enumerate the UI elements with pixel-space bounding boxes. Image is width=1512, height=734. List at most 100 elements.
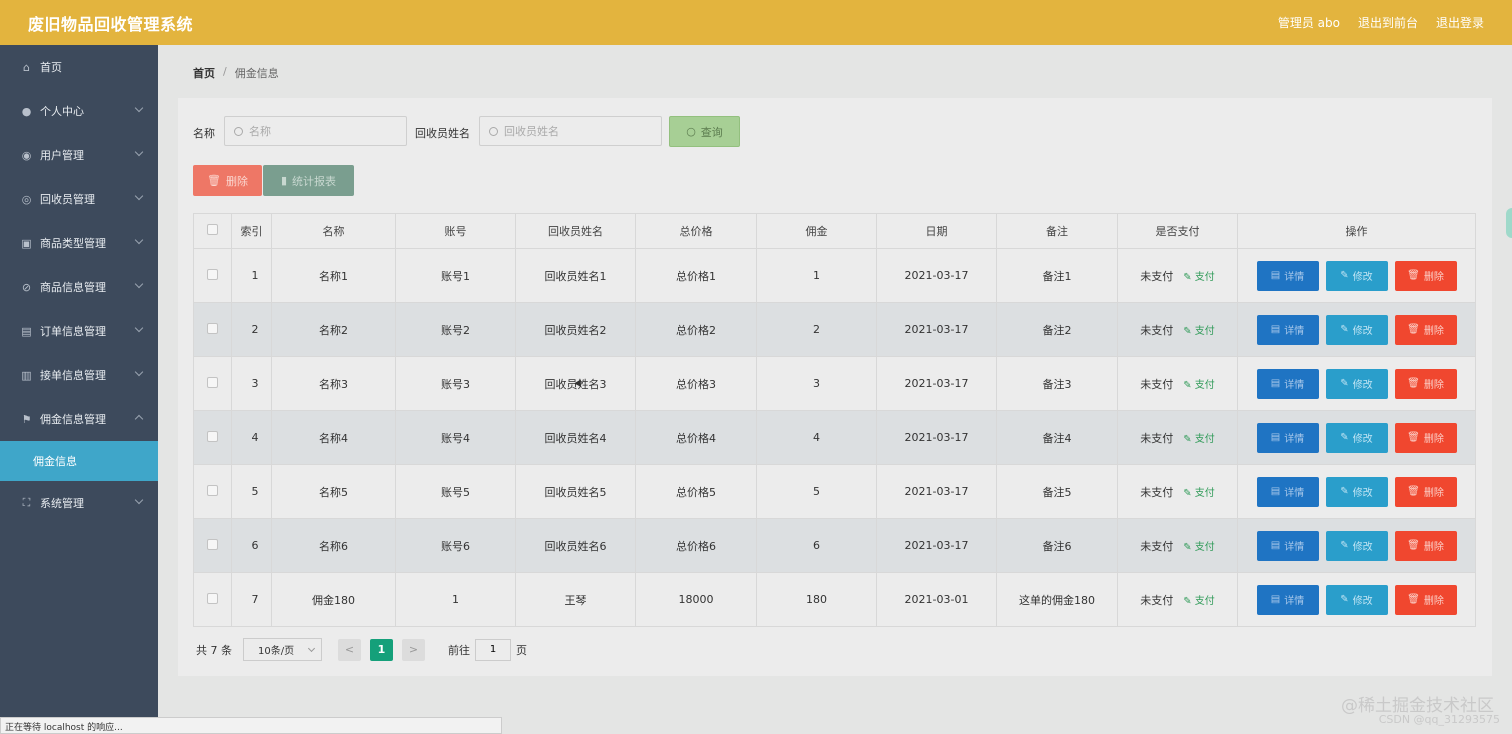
pay-link[interactable]: ✎ 支付 [1183,538,1215,553]
row-checkbox[interactable] [207,592,218,604]
column-header: 是否支付 [1117,213,1238,249]
cell-total-price: 总价格4 [635,410,757,465]
cell-date: 2021-03-17 [876,248,997,303]
scroll-handle[interactable] [1506,208,1512,238]
pay-link[interactable]: ✎ 支付 [1183,430,1215,445]
goto-page-input[interactable] [475,638,511,661]
edit-button[interactable]: ✎ 修改 [1325,584,1388,615]
row-select-cell[interactable] [193,356,232,411]
row-checkbox[interactable] [207,430,218,442]
delete-button[interactable]: 🗑 删除 [1394,314,1457,345]
page-size-value: 10条/页 [258,646,295,657]
edit-label: 修改 [1352,380,1373,391]
row-select-cell[interactable] [193,302,232,357]
detail-button[interactable]: ▤ 详情 [1256,476,1319,507]
back-to-front-link[interactable]: 退出到前台 [1358,14,1418,31]
table-header-row: 索引 名称 账号 回收员姓名 总价格 佣金 日期 备注 是否支付 操作 [193,213,1476,249]
cell-name: 名称2 [271,302,396,357]
cell-name: 名称6 [271,518,396,573]
cell-paid: 未支付 ✎ 支付 [1117,518,1238,573]
stats-report-button[interactable]: ▮ 统计报表 [263,165,354,196]
row-select-cell[interactable] [193,572,232,627]
paid-status: 未支付 [1140,323,1174,337]
detail-label: 详情 [1284,272,1305,283]
detail-label: 详情 [1284,488,1305,499]
cell-total-price: 总价格6 [635,518,757,573]
pay-link[interactable]: ✎ 支付 [1183,592,1215,607]
batch-delete-button[interactable]: 🗑 删除 [193,165,262,196]
document-icon: ▤ [1270,486,1281,497]
detail-button[interactable]: ▤ 详情 [1256,260,1319,291]
row-checkbox[interactable] [207,376,218,388]
query-button-label: 查询 [700,125,723,139]
row-select-cell[interactable] [193,410,232,465]
delete-button[interactable]: 🗑 删除 [1394,260,1457,291]
row-checkbox[interactable] [207,268,218,280]
query-button[interactable]: ○ 查询 [669,116,740,147]
detail-button[interactable]: ▤ 详情 [1256,422,1319,453]
cell-operations: ▤ 详情 ✎ 修改 🗑 删除 [1237,518,1476,573]
delete-button[interactable]: 🗑 删除 [1394,368,1457,399]
edit-icon: ✎ [1340,486,1349,497]
delete-button[interactable]: 🗑 删除 [1394,530,1457,561]
sidebar-subitem-commission-info[interactable]: 佣金信息 [0,441,158,481]
detail-button[interactable]: ▤ 详情 [1256,530,1319,561]
row-select-cell[interactable] [193,464,232,519]
next-page-button[interactable]: > [402,638,425,661]
edit-button[interactable]: ✎ 修改 [1325,530,1388,561]
edit-button[interactable]: ✎ 修改 [1325,368,1388,399]
detail-button[interactable]: ▤ 详情 [1256,584,1319,615]
detail-button[interactable]: ▤ 详情 [1256,314,1319,345]
pay-link[interactable]: ✎ 支付 [1183,484,1215,499]
delete-button[interactable]: 🗑 删除 [1394,584,1457,615]
row-select-cell[interactable] [193,248,232,303]
edit-button[interactable]: ✎ 修改 [1325,476,1388,507]
printer-icon: ▥ [21,368,32,382]
prev-page-button[interactable]: < [338,638,361,661]
sidebar-item-home[interactable]: ⌂ 首页 [0,45,158,89]
edit-button[interactable]: ✎ 修改 [1325,422,1388,453]
edit-label: 修改 [1352,488,1373,499]
document-icon: ▤ [1270,594,1281,605]
sidebar-item-accepted-orders[interactable]: ▥ 接单信息管理 [0,353,158,397]
row-select-cell[interactable] [193,518,232,573]
sidebar-item-personal[interactable]: ● 个人中心 [0,89,158,133]
sidebar-item-product-types[interactable]: ▣ 商品类型管理 [0,221,158,265]
row-checkbox[interactable] [207,322,218,334]
edit-button[interactable]: ✎ 修改 [1325,260,1388,291]
name-search-input[interactable] [249,124,389,138]
breadcrumb-home[interactable]: 首页 [193,65,215,81]
delete-button[interactable]: 🗑 删除 [1394,422,1457,453]
admin-name[interactable]: 管理员 abo [1278,14,1340,31]
delete-button[interactable]: 🗑 删除 [1394,476,1457,507]
sidebar-item-users[interactable]: ◉ 用户管理 [0,133,158,177]
name-search-field[interactable] [224,116,407,146]
sidebar-item-system[interactable]: ⛶ 系统管理 [0,481,158,525]
collector-search-field[interactable] [479,116,662,146]
detail-button[interactable]: ▤ 详情 [1256,368,1319,399]
sidebar-item-products[interactable]: ⊘ 商品信息管理 [0,265,158,309]
pay-link[interactable]: ✎ 支付 [1183,322,1215,337]
sidebar-item-commission[interactable]: ⚑ 佣金信息管理 [0,397,158,441]
cell-note: 备注4 [996,410,1118,465]
row-checkbox[interactable] [207,484,218,496]
edit-icon: ✎ [1183,542,1195,553]
row-checkbox[interactable] [207,538,218,550]
search-icon: ○ [686,125,696,138]
table-row: 6 名称6 账号6 回收员姓名6 总价格6 6 2021-03-17 备注6 未支付 ✎ 支付 ▤ 详… [193,518,1476,573]
page-number-button[interactable]: 1 [370,638,393,661]
trash-icon: 🗑 [1407,378,1420,389]
cell-index: 1 [231,248,272,303]
sidebar-item-orders[interactable]: ▤ 订单信息管理 [0,309,158,353]
pay-link[interactable]: ✎ 支付 [1183,376,1215,391]
edit-button[interactable]: ✎ 修改 [1325,314,1388,345]
cell-operations: ▤ 详情 ✎ 修改 🗑 删除 [1237,572,1476,627]
page-size-select[interactable]: 10条/页 [243,638,322,661]
collector-search-input[interactable] [504,124,644,138]
sidebar-item-collectors[interactable]: ◎ 回收员管理 [0,177,158,221]
cell-account: 账号2 [395,302,516,357]
select-all-cell[interactable] [193,213,232,249]
logout-link[interactable]: 退出登录 [1436,14,1484,31]
pay-link[interactable]: ✎ 支付 [1183,268,1215,283]
select-all-checkbox[interactable] [207,224,218,235]
